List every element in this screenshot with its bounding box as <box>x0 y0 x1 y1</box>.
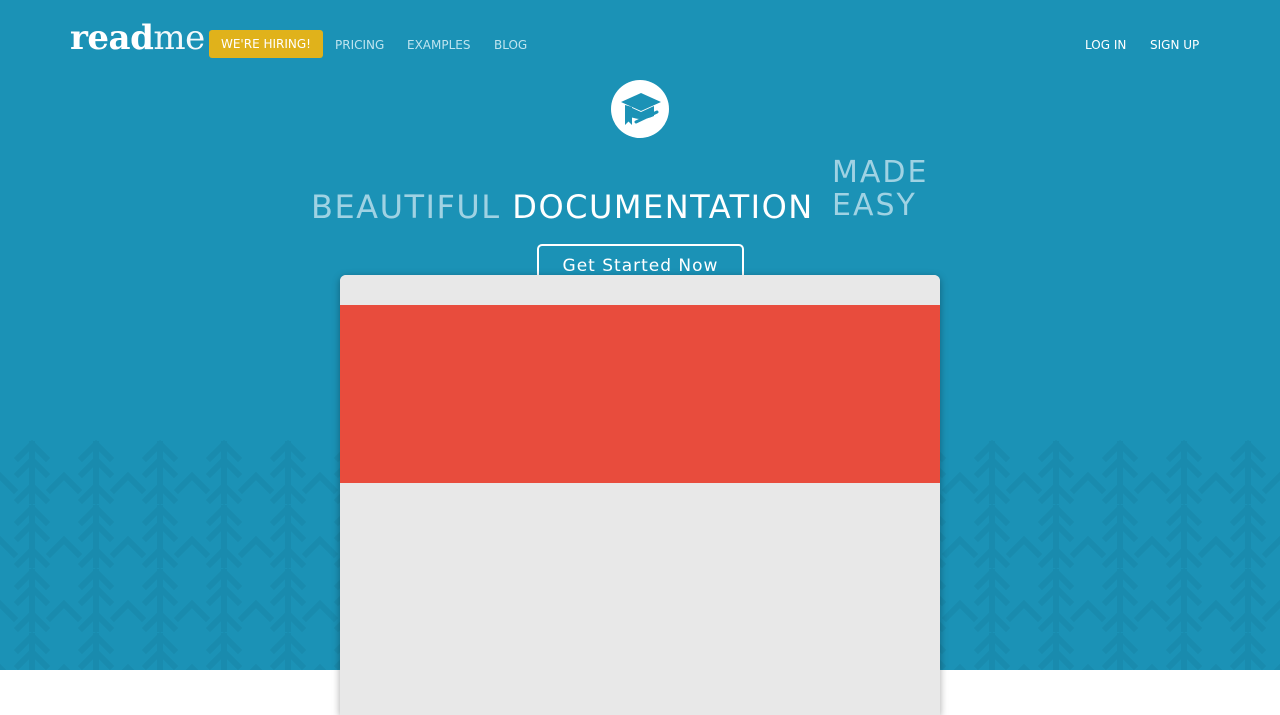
headline-made-easy: MADE EASY <box>832 156 928 222</box>
headline-easy: EASY <box>832 188 917 223</box>
top-navigation: readme WE'RE HIRING! PRICING EXAMPLES BL… <box>0 0 1280 80</box>
preview-banner <box>340 305 940 483</box>
logo-bold-text: read <box>70 18 154 58</box>
logo-light-text: me <box>153 18 205 58</box>
product-preview-window <box>340 275 940 715</box>
signup-link[interactable]: SIGN UP <box>1150 37 1199 53</box>
nav-link-pricing[interactable]: PRICING <box>335 37 384 53</box>
headline-made: MADE <box>832 155 929 190</box>
headline-beautiful: BEAUTIFUL <box>311 188 501 226</box>
preview-toolbar <box>340 275 940 305</box>
nav-link-examples[interactable]: EXAMPLES <box>407 37 471 53</box>
hiring-button[interactable]: WE'RE HIRING! <box>209 30 323 58</box>
readme-logo[interactable]: readme <box>70 18 205 58</box>
headline-documentation: DOCUMENTATION <box>512 188 814 226</box>
hero-headline: BEAUTIFUL DOCUMENTATION <box>311 188 814 226</box>
nav-link-blog[interactable]: BLOG <box>494 37 527 53</box>
graduation-cap-book-icon <box>611 80 669 138</box>
login-link[interactable]: LOG IN <box>1085 37 1126 53</box>
